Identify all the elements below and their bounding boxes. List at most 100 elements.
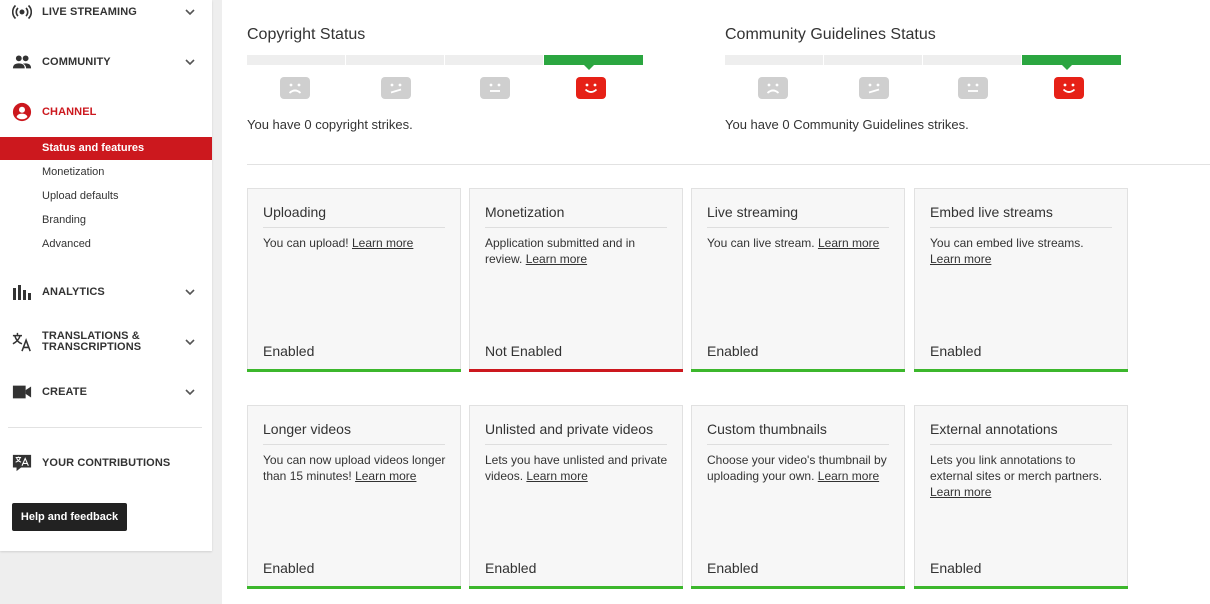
feature-card-desc-text: Lets you link annotations to external si… [930, 453, 1103, 483]
sad-face-icon [280, 77, 310, 99]
bar-chart-icon [12, 282, 32, 302]
sidebar-item-advanced[interactable]: Advanced [0, 233, 212, 256]
learn-more-link[interactable]: Learn more [818, 469, 879, 483]
feature-card-live-streaming: Live streaming You can live stream. Lear… [691, 188, 905, 372]
section-divider [247, 164, 1210, 165]
strike-segment [247, 55, 346, 65]
feature-card-description: You can live stream. Learn more [707, 235, 893, 251]
nav-community-label: COMMUNITY [42, 55, 111, 68]
chevron-down-icon[interactable] [184, 386, 196, 398]
feature-card-title: Custom thumbnails [707, 421, 889, 445]
feature-card-external-annotations: External annotations Lets you link annot… [914, 405, 1128, 589]
feature-card-description: Application submitted and in review. Lea… [485, 235, 671, 267]
chevron-down-icon[interactable] [184, 286, 196, 298]
copyright-strike-text: You have 0 copyright strikes. [247, 117, 413, 132]
community-strike-text: You have 0 Community Guidelines strikes. [725, 117, 969, 132]
learn-more-link[interactable]: Learn more [818, 236, 879, 250]
feature-card-title: Unlisted and private videos [485, 421, 667, 445]
nav-live-streaming[interactable]: LIVE STREAMING [0, 0, 212, 24]
status-bar-enabled [914, 369, 1128, 372]
uneasy-face-icon [381, 77, 411, 99]
sidebar-divider [8, 427, 202, 428]
nav-create-label: CREATE [42, 385, 88, 398]
status-bar-enabled [914, 586, 1128, 589]
nav-translations[interactable]: TRANSLATIONS & TRANSCRIPTIONS [0, 330, 212, 354]
feature-card-title: Longer videos [263, 421, 445, 445]
nav-live-streaming-label: LIVE STREAMING [42, 5, 137, 18]
feature-card-status: Enabled [707, 343, 759, 359]
nav-community[interactable]: COMMUNITY [0, 50, 212, 74]
learn-more-link[interactable]: Learn more [355, 469, 416, 483]
status-bar-not-enabled [469, 369, 683, 372]
nav-channel[interactable]: CHANNEL [0, 100, 212, 124]
feature-card-description: You can upload! Learn more [263, 235, 449, 251]
sidebar-item-monetization[interactable]: Monetization [0, 161, 212, 184]
contributions-icon [12, 453, 32, 473]
happy-face-icon [1054, 77, 1084, 99]
account-icon [12, 102, 32, 122]
feature-card-custom-thumbnails: Custom thumbnails Choose your video's th… [691, 405, 905, 589]
strike-segment [445, 55, 544, 65]
feature-card-desc-text: You can live stream. [707, 236, 815, 250]
people-icon [12, 52, 32, 72]
nav-analytics[interactable]: ANALYTICS [0, 280, 212, 304]
feature-card-status: Enabled [485, 560, 537, 576]
feature-card-description: Lets you have unlisted and private video… [485, 452, 671, 484]
nav-your-contributions[interactable]: YOUR CONTRIBUTIONS [0, 451, 212, 475]
feature-card-title: Monetization [485, 204, 667, 228]
chevron-down-icon[interactable] [184, 6, 196, 18]
happy-face-icon [576, 77, 606, 99]
feature-card-description: Lets you link annotations to external si… [930, 452, 1116, 500]
feature-card-status: Enabled [263, 343, 315, 359]
feature-card-status: Enabled [707, 560, 759, 576]
feature-card-description: You can embed live streams. Learn more [930, 235, 1116, 267]
community-status-title: Community Guidelines Status [725, 26, 936, 43]
status-bar-enabled [469, 586, 683, 589]
status-bar-enabled [691, 369, 905, 372]
neutral-face-icon [958, 77, 988, 99]
feature-card-title: Live streaming [707, 204, 889, 228]
main-content: Copyright Status You have 0 copyright st… [222, 0, 1210, 604]
feature-card-title: External annotations [930, 421, 1112, 445]
strike-segment-current [1022, 55, 1121, 70]
feature-card-title: Embed live streams [930, 204, 1112, 228]
nav-channel-label: CHANNEL [42, 105, 97, 118]
status-bar-enabled [247, 586, 461, 589]
nav-translations-label: TRANSLATIONS & TRANSCRIPTIONS [42, 330, 142, 353]
learn-more-link[interactable]: Learn more [526, 469, 587, 483]
copyright-status: Copyright Status You have 0 copyright st… [247, 25, 647, 132]
learn-more-link[interactable]: Learn more [526, 252, 587, 266]
learn-more-link[interactable]: Learn more [352, 236, 413, 250]
strike-segment [346, 55, 445, 65]
strike-segment [923, 55, 1022, 65]
chevron-down-icon[interactable] [184, 56, 196, 68]
translate-icon [12, 332, 32, 352]
feature-card-embed-live-streams: Embed live streams You can embed live st… [914, 188, 1128, 372]
nav-analytics-label: ANALYTICS [42, 285, 105, 298]
copyright-status-title: Copyright Status [247, 26, 366, 43]
community-strike-bar [725, 55, 1121, 70]
sad-face-icon [758, 77, 788, 99]
sidebar-item-upload-defaults[interactable]: Upload defaults [0, 185, 212, 208]
sidebar-item-status-and-features[interactable]: Status and features [0, 137, 212, 160]
feature-card-status: Enabled [930, 343, 982, 359]
feature-card-description: Choose your video's thumbnail by uploadi… [707, 452, 893, 484]
chevron-down-icon[interactable] [184, 336, 196, 348]
feature-card-title: Uploading [263, 204, 445, 228]
strike-segment [725, 55, 824, 65]
status-bar-enabled [691, 586, 905, 589]
copyright-strike-bar [247, 55, 643, 70]
neutral-face-icon [480, 77, 510, 99]
strike-segment-current [544, 55, 643, 70]
learn-more-link[interactable]: Learn more [930, 252, 991, 266]
nav-create[interactable]: CREATE [0, 380, 212, 404]
nav-your-contributions-label: YOUR CONTRIBUTIONS [42, 456, 171, 469]
feature-card-unlisted-private: Unlisted and private videos Lets you hav… [469, 405, 683, 589]
help-and-feedback-button[interactable]: Help and feedback [12, 503, 127, 531]
feature-card-desc-text: You can embed live streams. [930, 236, 1084, 250]
feature-card-status: Enabled [263, 560, 315, 576]
learn-more-link[interactable]: Learn more [930, 485, 991, 499]
feature-card-status: Enabled [930, 560, 982, 576]
feature-card-longer-videos: Longer videos You can now upload videos … [247, 405, 461, 589]
sidebar-item-branding[interactable]: Branding [0, 209, 212, 232]
